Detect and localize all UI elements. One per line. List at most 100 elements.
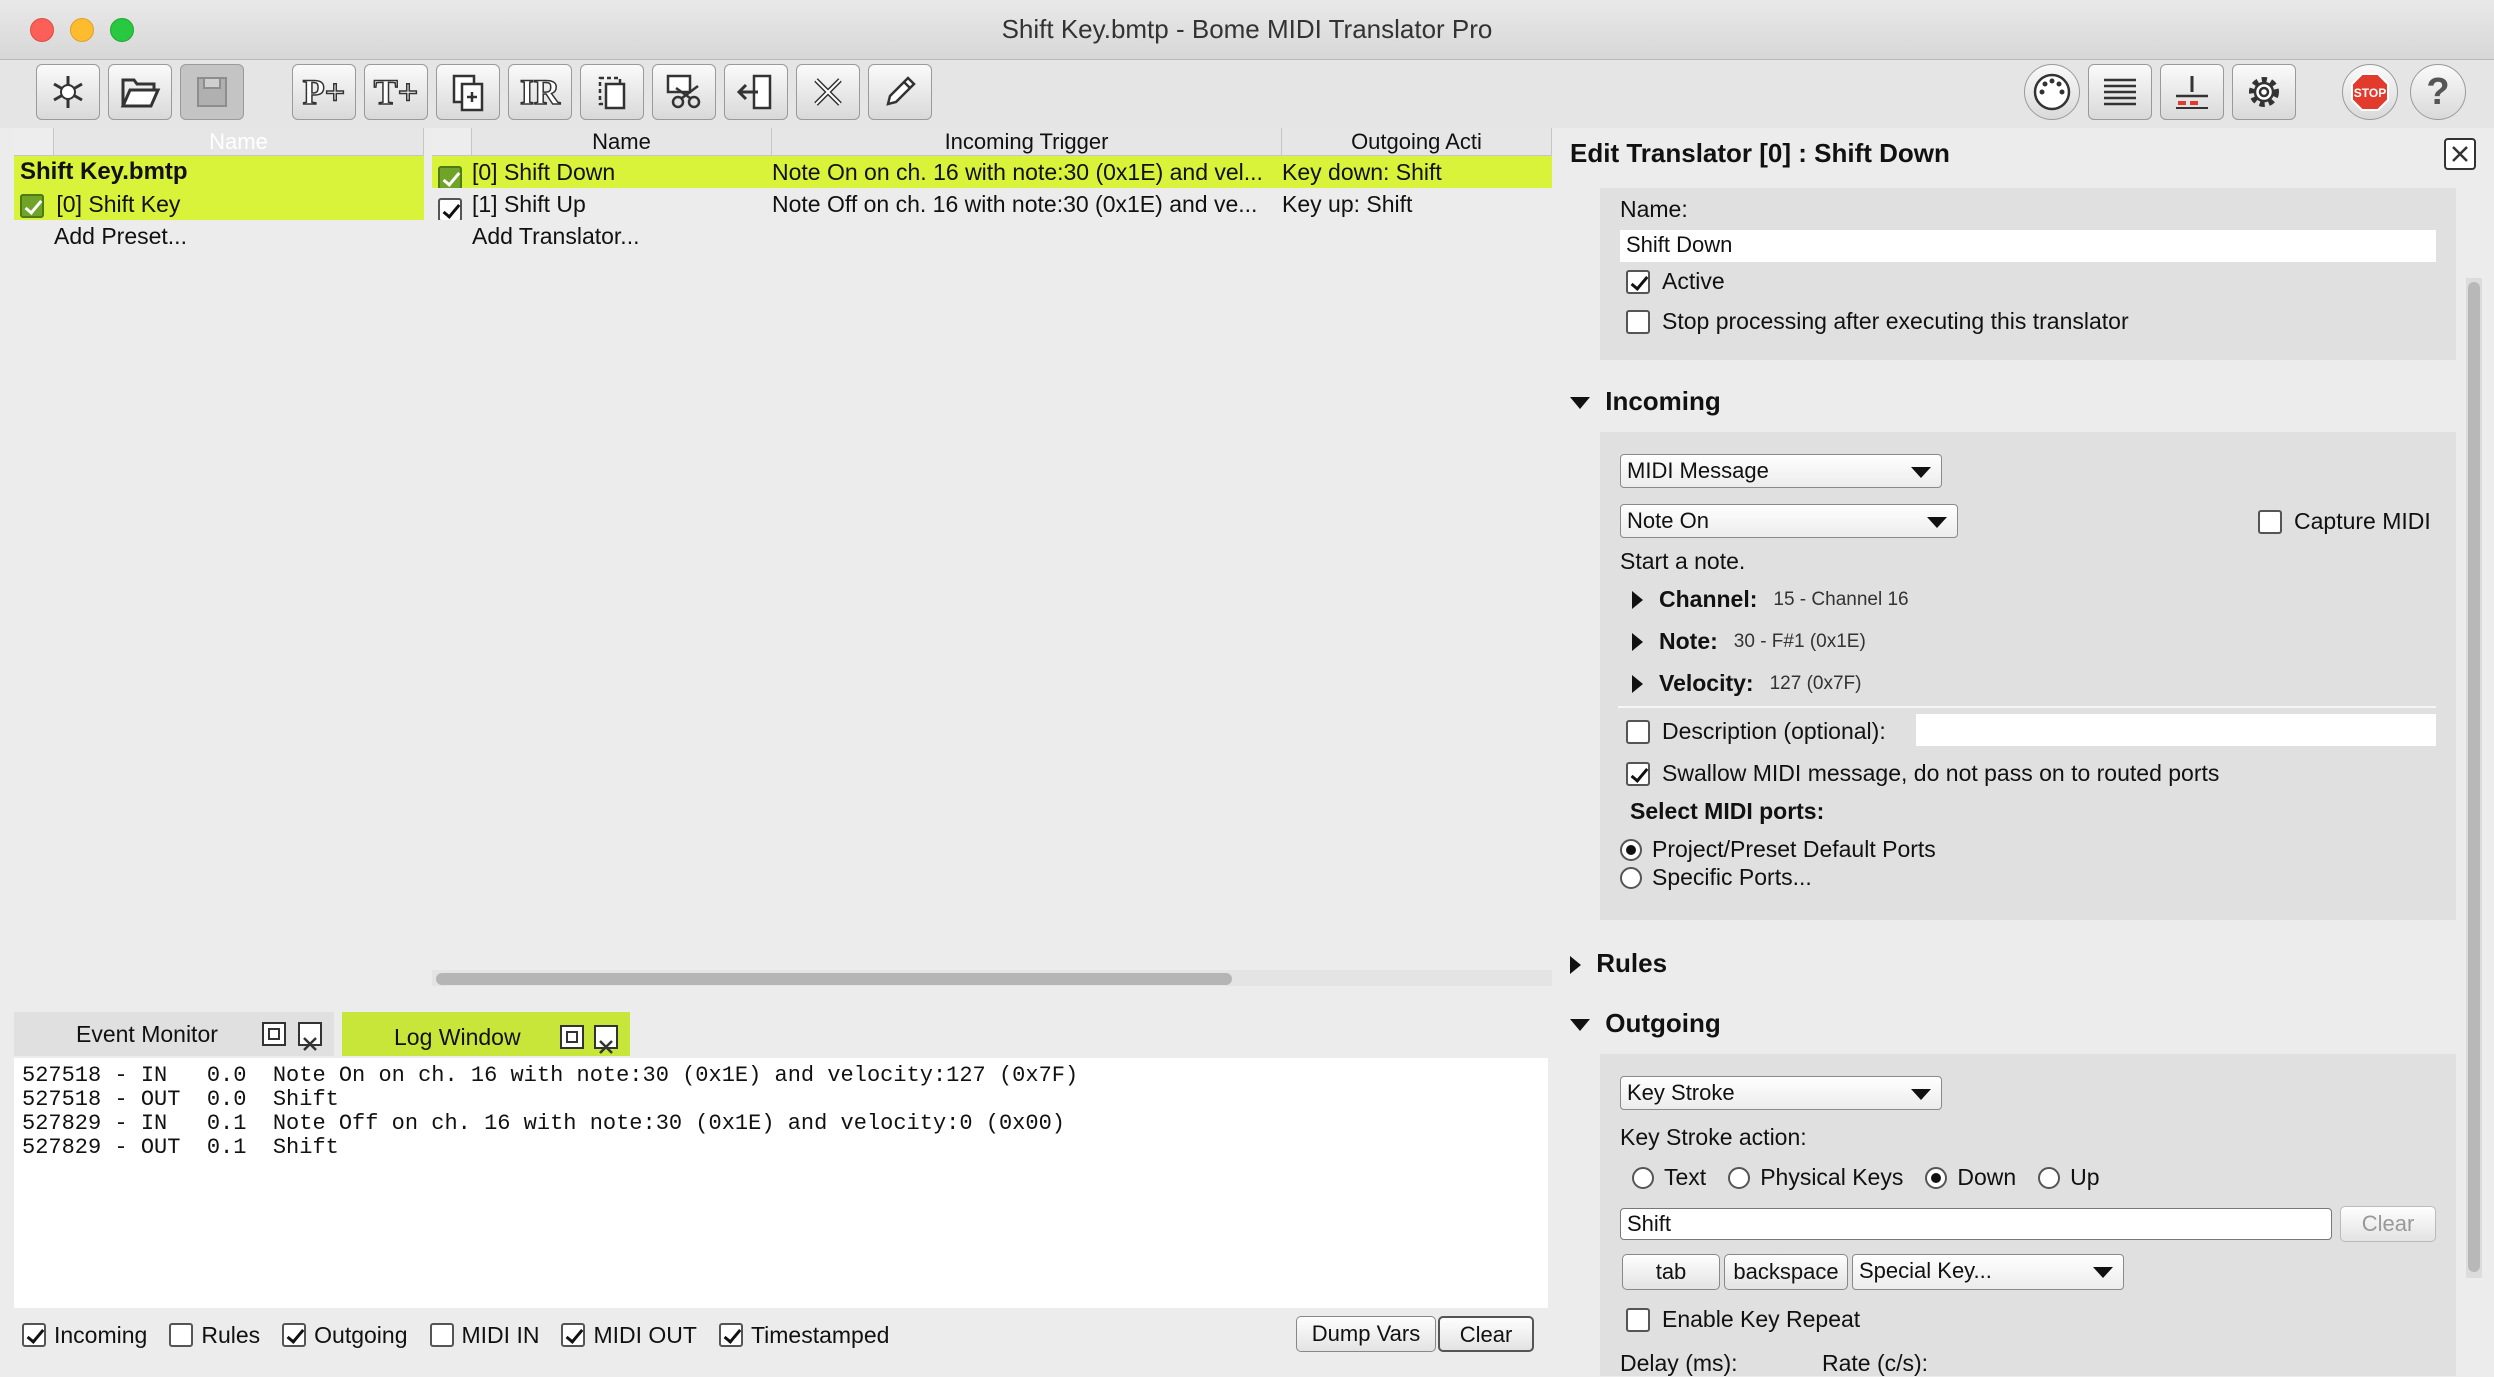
edit-button[interactable]	[868, 64, 932, 120]
filter-midi-out-label: MIDI OUT	[593, 1321, 697, 1348]
velocity-label: Velocity:	[1659, 670, 1754, 696]
project-row[interactable]: Shift Key.bmtp	[14, 156, 424, 188]
collapsed-triangle-icon	[1632, 590, 1643, 609]
swallow-checkbox[interactable]	[1626, 761, 1650, 786]
add-translator-icon: T+	[373, 71, 419, 113]
tab-event-monitor-label: Event Monitor	[76, 1021, 218, 1047]
close-panel-icon[interactable]	[594, 1025, 618, 1054]
translator-name-column-header[interactable]: Name	[472, 128, 772, 156]
help-button[interactable]: ?	[2410, 64, 2466, 120]
name-input[interactable]: Shift Down	[1620, 230, 2436, 262]
log-window-button[interactable]	[2088, 64, 2152, 120]
stop-button[interactable]: STOP	[2342, 64, 2398, 120]
default-ports-radio[interactable]	[1620, 838, 1642, 861]
horizontal-scrollbar[interactable]	[432, 970, 1552, 986]
text-mode-radio[interactable]	[1632, 1166, 1654, 1189]
title-bar: Shift Key.bmtp - Bome MIDI Translator Pr…	[0, 0, 2494, 60]
filter-incoming-label: Incoming	[54, 1321, 148, 1348]
divider	[1618, 706, 2436, 708]
physical-keys-radio[interactable]	[1728, 1166, 1751, 1189]
stop-processing-label: Stop processing after executing this tra…	[1662, 308, 2129, 334]
horizontal-scrollbar-thumb[interactable]	[436, 973, 1232, 985]
outgoing-type-select[interactable]: Key Stroke	[1620, 1076, 1942, 1110]
log-window-icon	[2104, 78, 2136, 106]
stop-icon: STOP	[2351, 73, 2389, 111]
clear-keys-button[interactable]: Clear	[2340, 1206, 2436, 1242]
midi-ports-button[interactable]	[2024, 64, 2080, 120]
add-preset-link[interactable]: Add Preset...	[14, 220, 424, 252]
description-checkbox[interactable]	[1626, 719, 1650, 744]
add-translator-link[interactable]: Add Translator...	[432, 220, 1552, 252]
filter-midi-out-checkbox[interactable]	[561, 1323, 586, 1347]
editor-title: Edit Translator [0] : Shift Down	[1570, 138, 1950, 168]
close-panel-icon[interactable]	[298, 1022, 322, 1051]
incoming-trigger-column-header[interactable]: Incoming Trigger	[772, 128, 1282, 156]
add-translator-button[interactable]: T+	[364, 64, 428, 120]
key-input[interactable]: Shift	[1620, 1208, 2332, 1240]
log-line: 527829 - IN 0.1 Note Off on ch. 16 with …	[22, 1111, 1065, 1136]
paste-button[interactable]	[724, 64, 788, 120]
tab-key-button[interactable]: tab	[1622, 1254, 1720, 1290]
filter-incoming-checkbox[interactable]	[22, 1323, 46, 1347]
filter-midi-in-checkbox[interactable]	[429, 1323, 454, 1347]
incoming-section-header[interactable]: Incoming	[1570, 386, 1721, 417]
cut-button[interactable]	[652, 64, 716, 120]
tab-log-window[interactable]: Log Window	[342, 1012, 630, 1056]
editor-scrollbar-thumb[interactable]	[2468, 282, 2480, 1272]
incoming-group: MIDI Message Note On Capture MIDI Start …	[1600, 432, 2456, 920]
midi-message-select[interactable]: Note On	[1620, 504, 1958, 538]
stop-processing-checkbox[interactable]	[1626, 309, 1650, 334]
editor-close-button[interactable]	[2444, 138, 2476, 170]
clear-log-button[interactable]: Clear	[1438, 1316, 1534, 1352]
delete-button[interactable]	[796, 64, 860, 120]
incoming-rules-icon: IR	[519, 71, 561, 113]
log-window[interactable]: 527518 - IN 0.0 Note On on ch. 16 with n…	[14, 1058, 1548, 1308]
tab-log-window-label: Log Window	[394, 1024, 521, 1050]
maximize-panel-icon[interactable]	[262, 1022, 286, 1046]
open-folder-icon	[120, 78, 161, 108]
filter-timestamped-checkbox[interactable]	[718, 1323, 743, 1347]
special-key-select[interactable]: Special Key...	[1852, 1254, 2124, 1290]
translator-row[interactable]: [0] Shift Down Note On on ch. 16 with no…	[432, 156, 1552, 188]
tab-event-monitor[interactable]: Event Monitor	[14, 1012, 334, 1056]
outgoing-section-header[interactable]: Outgoing	[1570, 1008, 1721, 1039]
open-project-button[interactable]	[108, 64, 172, 120]
incoming-rules-button[interactable]: IR	[508, 64, 572, 120]
incoming-type-select[interactable]: MIDI Message	[1620, 454, 1942, 488]
preset-row[interactable]: [0] Shift Key	[14, 188, 424, 220]
filter-outgoing-checkbox[interactable]	[282, 1323, 307, 1347]
settings-button[interactable]	[2232, 64, 2296, 120]
editor-scrollbar[interactable]	[2466, 278, 2482, 1278]
copy-button[interactable]	[580, 64, 644, 120]
channel-row[interactable]: Channel: 15 - Channel 16	[1632, 586, 1909, 613]
backspace-key-button[interactable]: backspace	[1724, 1254, 1848, 1290]
active-checkbox[interactable]	[1626, 269, 1650, 294]
duplicate-button[interactable]	[436, 64, 500, 120]
save-project-button[interactable]	[180, 64, 244, 120]
preset-name-column-header[interactable]: Name	[54, 128, 424, 156]
filter-rules-checkbox[interactable]	[169, 1323, 194, 1347]
key-repeat-checkbox[interactable]	[1626, 1307, 1650, 1332]
add-preset-button[interactable]: P+	[292, 64, 356, 120]
outgoing-group: Key Stroke Key Stroke action: Text Physi…	[1600, 1054, 2456, 1376]
down-radio[interactable]	[1925, 1166, 1948, 1189]
event-monitor-button[interactable]	[2160, 64, 2224, 120]
outgoing-action-column-header[interactable]: Outgoing Acti	[1282, 128, 1552, 156]
maximize-panel-icon[interactable]	[560, 1025, 584, 1049]
new-project-button[interactable]	[36, 64, 100, 120]
up-radio[interactable]	[2038, 1166, 2061, 1189]
velocity-row[interactable]: Velocity: 127 (0x7F)	[1632, 670, 1861, 697]
dump-vars-button[interactable]: Dump Vars	[1296, 1316, 1436, 1352]
capture-midi-checkbox[interactable]	[2258, 509, 2282, 534]
translator-active-checkbox[interactable]	[438, 165, 462, 188]
translator-row[interactable]: [1] Shift Up Note Off on ch. 16 with not…	[432, 188, 1552, 220]
description-input[interactable]	[1916, 714, 2436, 746]
translator-active-checkbox[interactable]	[438, 197, 462, 220]
rules-section-header[interactable]: Rules	[1570, 948, 1667, 979]
paste-icon	[736, 74, 772, 110]
edit-pencil-icon	[886, 76, 916, 106]
note-row[interactable]: Note: 30 - F#1 (0x1E)	[1632, 628, 1866, 655]
specific-ports-radio[interactable]	[1620, 866, 1642, 889]
preset-active-checkbox[interactable]	[20, 193, 44, 218]
translator-outgoing: Key down: Shift	[1282, 159, 1442, 185]
